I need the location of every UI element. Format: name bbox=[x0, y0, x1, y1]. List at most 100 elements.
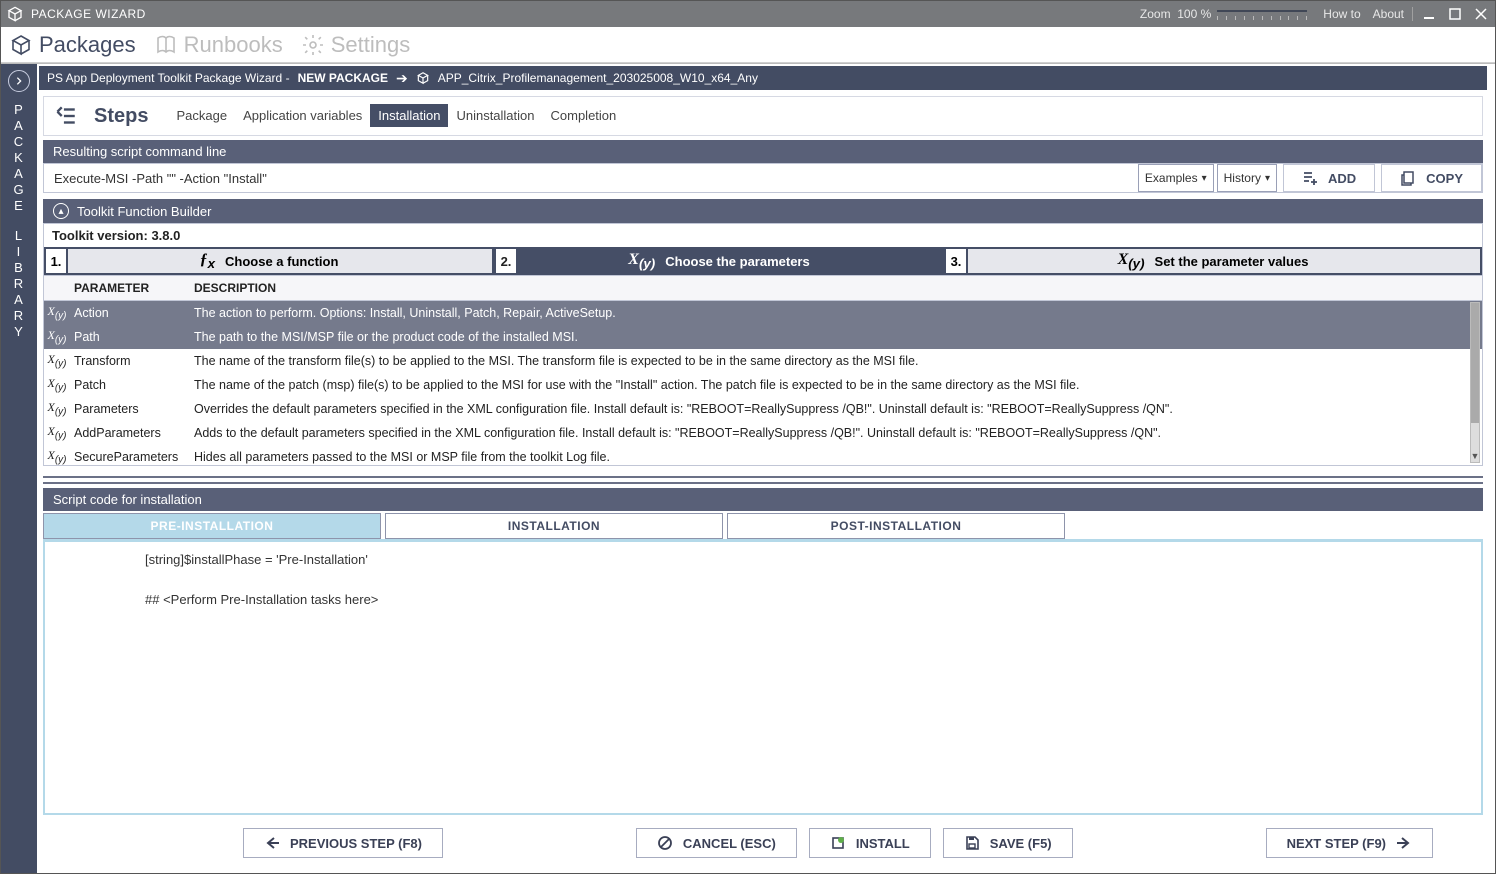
param-row-patch[interactable]: X(y)PatchThe name of the patch (msp) fil… bbox=[44, 373, 1482, 397]
steps-title: Steps bbox=[94, 105, 148, 128]
param-name: AddParameters bbox=[70, 426, 190, 440]
copy-button[interactable]: COPY bbox=[1381, 164, 1482, 192]
main-nav: Packages Runbooks Settings bbox=[1, 27, 1495, 63]
maximize-button[interactable] bbox=[1447, 6, 1463, 22]
install-button[interactable]: INSTALL bbox=[809, 828, 931, 858]
param-name: Transform bbox=[70, 354, 190, 368]
script-editor[interactable]: [string]$installPhase = 'Pre-Installatio… bbox=[43, 539, 1483, 815]
param-description: The name of the transform file(s) to be … bbox=[190, 354, 1482, 368]
table-header: PARAMETER DESCRIPTION bbox=[44, 276, 1482, 301]
xy-icon: X(y) bbox=[1118, 251, 1145, 271]
script-tab-installation[interactable]: INSTALLATION bbox=[385, 513, 723, 539]
about-link[interactable]: About bbox=[1373, 7, 1404, 21]
toolkit-version: Toolkit version: 3.8.0 bbox=[44, 224, 1482, 247]
param-name: SecureParameters bbox=[70, 450, 190, 464]
add-button[interactable]: ADD bbox=[1283, 164, 1375, 192]
previous-step-button[interactable]: PREVIOUS STEP (F8) bbox=[243, 828, 443, 858]
steps-row: Steps PackageApplication variablesInstal… bbox=[43, 96, 1483, 136]
nav-settings[interactable]: Settings bbox=[301, 32, 411, 58]
install-icon bbox=[830, 835, 846, 851]
cmdline-value[interactable]: Execute-MSI -Path "" -Action "Install" bbox=[44, 164, 1135, 192]
expand-rail-button[interactable] bbox=[8, 70, 30, 92]
parameter-table: PARAMETER DESCRIPTION X(y)ActionThe acti… bbox=[44, 275, 1482, 465]
rail-label-package: PACKAGE bbox=[13, 102, 24, 214]
howto-link[interactable]: How to bbox=[1323, 7, 1360, 21]
settings-icon bbox=[301, 33, 325, 57]
rail-label-library: LIBRARY bbox=[14, 228, 24, 340]
breadcrumb: PS App Deployment Toolkit Package Wizard… bbox=[39, 66, 1487, 90]
runbooks-icon bbox=[154, 33, 178, 57]
param-type-icon: X(y) bbox=[44, 304, 70, 321]
xy-icon: X(y) bbox=[628, 251, 655, 271]
param-row-parameters[interactable]: X(y)ParametersOverrides the default para… bbox=[44, 397, 1482, 421]
cube-small-icon bbox=[416, 71, 430, 85]
footer: PREVIOUS STEP (F8) CANCEL (ESC) INSTALL … bbox=[43, 821, 1483, 865]
param-type-icon: X(y) bbox=[44, 352, 70, 369]
cmdline-row: Execute-MSI -Path "" -Action "Install" E… bbox=[43, 163, 1483, 193]
builder-header[interactable]: ▴ Toolkit Function Builder bbox=[43, 199, 1483, 223]
param-description: The path to the MSI/MSP file or the prod… bbox=[190, 330, 1482, 344]
param-description: Overrides the default parameters specifi… bbox=[190, 402, 1482, 416]
param-name: Action bbox=[70, 306, 190, 320]
step-application-variables[interactable]: Application variables bbox=[235, 104, 370, 127]
param-description: The action to perform. Options: Install,… bbox=[190, 306, 1482, 320]
copy-icon bbox=[1400, 170, 1416, 186]
step-package[interactable]: Package bbox=[168, 104, 235, 127]
param-row-action[interactable]: X(y)ActionThe action to perform. Options… bbox=[44, 301, 1482, 325]
app-icon bbox=[7, 6, 23, 22]
list-add-icon bbox=[1302, 170, 1318, 186]
script-header: Script code for installation bbox=[43, 488, 1483, 511]
param-row-secureparameters[interactable]: X(y)SecureParametersHides all parameters… bbox=[44, 445, 1482, 465]
left-rail: PACKAGE LIBRARY bbox=[1, 64, 37, 873]
nav-packages[interactable]: Packages bbox=[9, 32, 136, 58]
zoom-label: Zoom 100 % bbox=[1140, 7, 1211, 21]
next-step-button[interactable]: NEXT STEP (F9) bbox=[1266, 828, 1433, 858]
save-button[interactable]: SAVE (F5) bbox=[943, 828, 1073, 858]
zoom-slider[interactable] bbox=[1217, 8, 1307, 20]
close-button[interactable] bbox=[1473, 6, 1489, 22]
script-tab-pre-installation[interactable]: PRE-INSTALLATION bbox=[43, 513, 381, 539]
param-description: The name of the patch (msp) file(s) to b… bbox=[190, 378, 1482, 392]
param-row-path[interactable]: X(y)PathThe path to the MSI/MSP file or … bbox=[44, 325, 1482, 349]
fx-icon: ƒx bbox=[200, 251, 215, 271]
script-section: Script code for installation PRE-INSTALL… bbox=[43, 488, 1483, 815]
app-window: PACKAGE WIZARD Zoom 100 % How to About P… bbox=[0, 0, 1496, 874]
param-type-icon: X(y) bbox=[44, 448, 70, 465]
param-description: Hides all parameters passed to the MSI o… bbox=[190, 450, 1482, 464]
param-type-icon: X(y) bbox=[44, 328, 70, 345]
app-title: PACKAGE WIZARD bbox=[31, 7, 146, 21]
arrow-icon: ➔ bbox=[396, 70, 408, 87]
splitter[interactable] bbox=[43, 476, 1483, 484]
nav-runbooks[interactable]: Runbooks bbox=[154, 32, 283, 58]
history-dropdown[interactable]: History▾ bbox=[1217, 164, 1277, 192]
param-description: Adds to the default parameters specified… bbox=[190, 426, 1482, 440]
step-installation[interactable]: Installation bbox=[370, 104, 448, 127]
param-row-transform[interactable]: X(y)TransformThe name of the transform f… bbox=[44, 349, 1482, 373]
param-type-icon: X(y) bbox=[44, 400, 70, 417]
titlebar: PACKAGE WIZARD Zoom 100 % How to About bbox=[1, 1, 1495, 27]
arrow-right-icon bbox=[1396, 835, 1412, 851]
builder-step-1[interactable]: 1. ƒx Choose a function bbox=[44, 247, 494, 275]
builder-step-tabs: 1. ƒx Choose a function 2. X(y) Choose t… bbox=[44, 247, 1482, 275]
param-name: Path bbox=[70, 330, 190, 344]
step-uninstallation[interactable]: Uninstallation bbox=[448, 104, 542, 127]
minimize-button[interactable] bbox=[1421, 6, 1437, 22]
steps-icon bbox=[52, 103, 78, 129]
cancel-button[interactable]: CANCEL (ESC) bbox=[636, 828, 797, 858]
param-type-icon: X(y) bbox=[44, 376, 70, 393]
scrollbar[interactable]: ▼ bbox=[1470, 302, 1480, 463]
cmdline-header: Resulting script command line bbox=[43, 140, 1483, 163]
content-area: PS App Deployment Toolkit Package Wizard… bbox=[37, 64, 1495, 873]
save-icon bbox=[964, 835, 980, 851]
script-tab-post-installation[interactable]: POST-INSTALLATION bbox=[727, 513, 1065, 539]
cancel-icon bbox=[657, 835, 673, 851]
builder-step-3[interactable]: 3. X(y) Set the parameter values bbox=[944, 247, 1482, 275]
step-completion[interactable]: Completion bbox=[543, 104, 625, 127]
script-tabs: PRE-INSTALLATIONINSTALLATIONPOST-INSTALL… bbox=[43, 513, 1483, 539]
collapse-icon[interactable]: ▴ bbox=[53, 203, 69, 219]
builder-step-2[interactable]: 2. X(y) Choose the parameters bbox=[494, 247, 944, 275]
param-name: Parameters bbox=[70, 402, 190, 416]
arrow-left-icon bbox=[264, 835, 280, 851]
param-row-addparameters[interactable]: X(y)AddParametersAdds to the default par… bbox=[44, 421, 1482, 445]
examples-dropdown[interactable]: Examples▾ bbox=[1138, 164, 1214, 192]
